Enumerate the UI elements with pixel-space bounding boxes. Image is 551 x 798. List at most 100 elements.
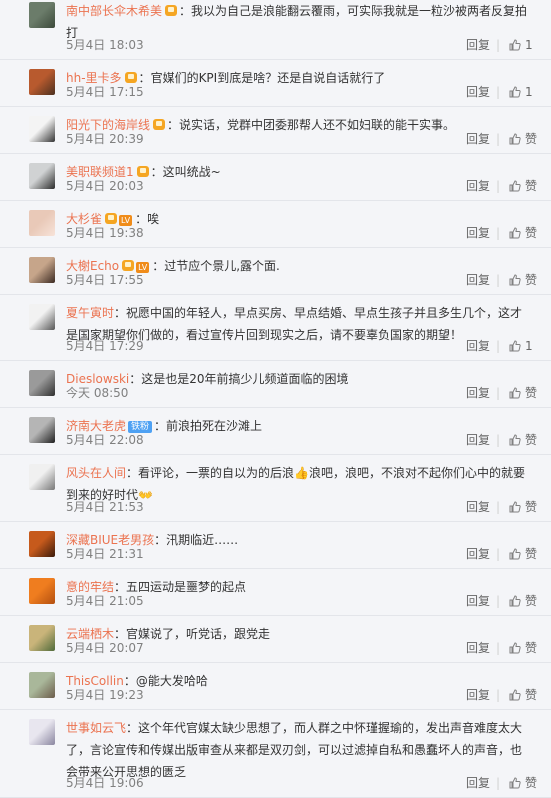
reply-button[interactable]: 回复 [466, 775, 490, 791]
action-separator: | [496, 500, 501, 514]
comment-body: 汛期临近…… [166, 533, 239, 547]
avatar[interactable] [29, 719, 55, 745]
comment-time: 5月4日 21:05 [66, 594, 144, 608]
comment-time: 5月4日 19:06 [66, 776, 144, 790]
username-link[interactable]: 阳光下的海岸线 [66, 118, 150, 132]
comment-time: 5月4日 20:07 [66, 641, 144, 655]
like-button[interactable]: 赞 [509, 178, 537, 194]
colon-separator: ： [138, 71, 151, 85]
like-button[interactable]: 赞 [509, 272, 537, 288]
like-count: 赞 [525, 594, 538, 608]
colon-separator: ： [114, 580, 127, 594]
colon-separator: ： [114, 627, 127, 641]
like-count: 赞 [525, 273, 538, 287]
comment-time: 5月4日 22:08 [66, 433, 144, 447]
vip-badge-icon[interactable] [122, 260, 135, 271]
username-link[interactable]: 世事如云飞 [66, 721, 126, 735]
username-link[interactable]: 济南大老虎 [66, 419, 126, 433]
comment-item: 深藏BIUE老男孩：汛期临近…… 5月4日 21:31 回复 | 赞 [0, 522, 551, 569]
avatar[interactable] [29, 304, 55, 330]
thumbs-up-icon [509, 595, 521, 607]
username-link[interactable]: 南中部长伞木希美 [66, 4, 162, 18]
like-button[interactable]: 赞 [509, 385, 537, 401]
thumbs-up-icon [509, 501, 521, 513]
username-link[interactable]: 云端栖木 [66, 627, 114, 641]
avatar[interactable] [29, 672, 55, 698]
reply-button[interactable]: 回复 [466, 546, 490, 562]
like-button[interactable]: 赞 [509, 775, 537, 791]
avatar[interactable] [29, 464, 55, 490]
like-button[interactable]: 赞 [509, 640, 537, 656]
vip-badge-icon[interactable] [105, 213, 118, 224]
avatar[interactable] [29, 417, 55, 443]
comment-text: Dieslowski：这是也是20年前搞少儿频道面临的困境 [66, 368, 533, 390]
username-link[interactable]: ThisCollin [66, 674, 124, 688]
reply-button[interactable]: 回复 [466, 272, 490, 288]
like-button[interactable]: 赞 [509, 593, 537, 609]
comment-time: 5月4日 19:23 [66, 688, 144, 702]
comment-item: 济南大老虎 铁粉 ：前浪拍死在沙滩上 5月4日 22:08 回复 | 赞 [0, 408, 551, 455]
avatar[interactable] [29, 531, 55, 557]
vip-badge-icon[interactable] [165, 5, 178, 16]
comment-list: 南中部长伞木希美 ：我以为自己是浪能翻云覆雨，可实际我就是一粒沙被两者反复拍打 5月… [0, 0, 551, 798]
comment-time: 5月4日 18:03 [66, 38, 144, 52]
comment-item: 夏午寅时：祝愿中国的年轻人，早点买房、早点结婚、早点生孩子并且多生几个，这才是国… [0, 295, 551, 361]
action-separator: | [496, 179, 501, 193]
avatar[interactable] [29, 116, 55, 142]
username-link[interactable]: 意的牢结 [66, 580, 114, 594]
comment-text: 世事如云飞：这个年代官媒太缺少思想了，而人群之中怀瑾握瑜的，发出声音难度太大了，… [66, 717, 533, 783]
reply-button[interactable]: 回复 [466, 178, 490, 194]
vip-badge-icon[interactable] [136, 166, 149, 177]
reply-button[interactable]: 回复 [466, 687, 490, 703]
comment-item: 阳光下的海岸线 ：说实话，党群中团委那帮人还不如妇联的能干实事。 5月4日 20:3… [0, 107, 551, 154]
colon-separator: ： [126, 721, 139, 735]
like-button[interactable]: 1 [509, 338, 533, 354]
username-link[interactable]: 夏午寅时 [66, 306, 114, 320]
avatar[interactable] [29, 257, 55, 283]
username-link[interactable]: 深藏BIUE老男孩 [66, 533, 154, 547]
avatar[interactable] [29, 578, 55, 604]
avatar[interactable] [29, 370, 55, 396]
username-link[interactable]: 大杉雀 [66, 212, 102, 226]
username-link[interactable]: 风头在人间 [66, 466, 126, 480]
reply-button[interactable]: 回复 [466, 338, 490, 354]
avatar[interactable] [29, 69, 55, 95]
reply-button[interactable]: 回复 [466, 640, 490, 656]
avatar[interactable] [29, 2, 55, 28]
reply-button[interactable]: 回复 [466, 499, 490, 515]
comment-item: 大榭Echo LV ：过节应个景儿,露个面. 5月4日 17:55 回复 | 赞 [0, 248, 551, 295]
reply-button[interactable]: 回复 [466, 37, 490, 53]
colon-separator: ： [167, 118, 180, 132]
avatar[interactable] [29, 210, 55, 236]
comment-item: ThisCollin：@能大发哈哈 5月4日 19:23 回复 | 赞 [0, 663, 551, 710]
colon-separator: ： [126, 466, 139, 480]
reply-button[interactable]: 回复 [466, 84, 490, 100]
username-link[interactable]: 美职联频道1 [66, 165, 134, 179]
like-button[interactable]: 赞 [509, 499, 537, 515]
like-button[interactable]: 1 [509, 84, 533, 100]
like-button[interactable]: 赞 [509, 687, 537, 703]
like-button[interactable]: 1 [509, 37, 533, 53]
like-button[interactable]: 赞 [509, 225, 537, 241]
reply-button[interactable]: 回复 [466, 385, 490, 401]
comment-body: 官媒说了，听党话，跟党走 [126, 627, 271, 641]
thumbs-up-icon [509, 548, 521, 560]
comment-item: Dieslowski：这是也是20年前搞少儿频道面临的困境 今天 08:50 回复 |… [0, 361, 551, 408]
avatar[interactable] [29, 163, 55, 189]
username-link[interactable]: hh-里卡多 [66, 71, 122, 85]
username-link[interactable]: 大榭Echo [66, 259, 119, 273]
vip-badge-icon[interactable] [124, 72, 137, 83]
like-button[interactable]: 赞 [509, 432, 537, 448]
colon-separator: ： [123, 674, 136, 688]
comment-body: 说实话，党群中团委那帮人还不如妇联的能干实事。 [179, 118, 456, 132]
reply-button[interactable]: 回复 [466, 225, 490, 241]
reply-button[interactable]: 回复 [466, 593, 490, 609]
reply-button[interactable]: 回复 [466, 432, 490, 448]
like-button[interactable]: 赞 [509, 546, 537, 562]
comment-item: 风头在人间：看评论，一票的自以为的后浪👍浪吧，浪吧，不浪对不起你们心中的就要到来… [0, 455, 551, 522]
like-button[interactable]: 赞 [509, 131, 537, 147]
avatar[interactable] [29, 625, 55, 651]
vip-badge-icon[interactable] [153, 119, 166, 130]
username-link[interactable]: Dieslowski [66, 372, 129, 386]
reply-button[interactable]: 回复 [466, 131, 490, 147]
